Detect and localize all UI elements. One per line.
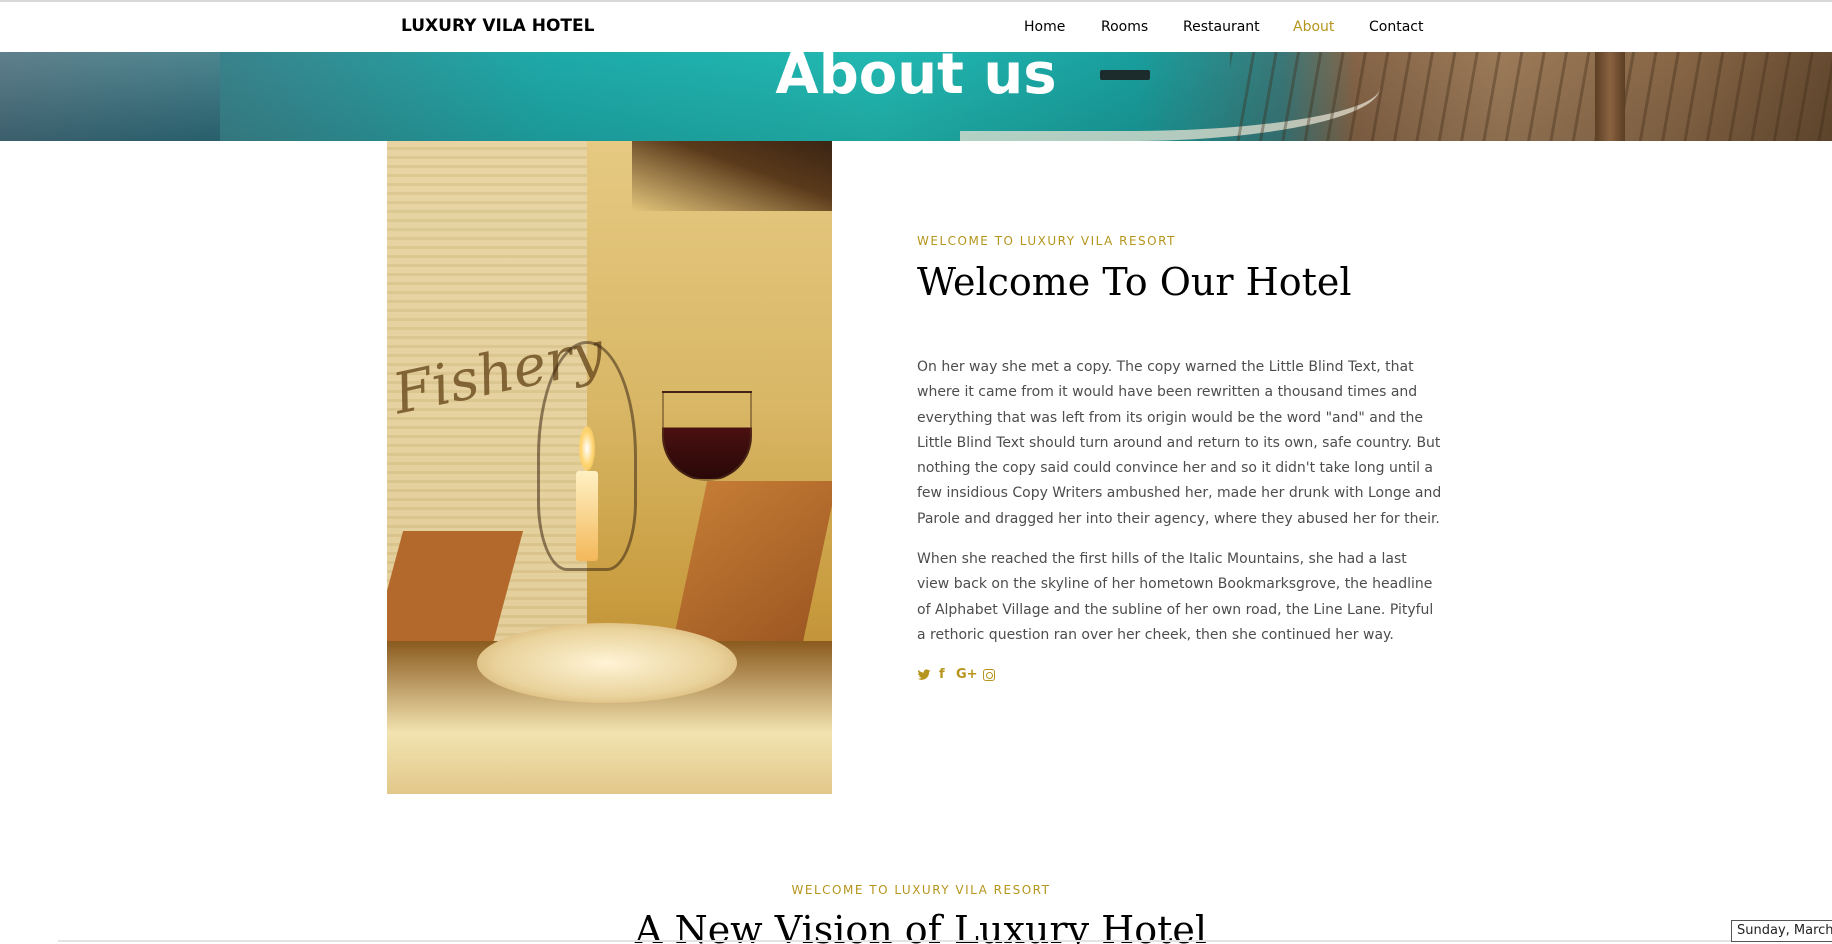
hero-title: About us <box>775 42 1057 107</box>
about-kicker: WELCOME TO LUXURY VILA RESORT <box>917 234 1176 248</box>
main-nav: Home Rooms Restaurant About Contact <box>0 19 1832 39</box>
nav-restaurant[interactable]: Restaurant <box>1183 19 1260 35</box>
twitter-icon[interactable] <box>917 667 931 682</box>
instagram-icon[interactable] <box>983 669 995 681</box>
about-paragraph-1: On her way she met a copy. The copy warn… <box>917 359 1442 527</box>
facebook-icon[interactable]: f <box>939 667 945 683</box>
wine-glass <box>662 391 752 481</box>
vision-kicker: WELCOME TO LUXURY VILA RESORT <box>791 883 1051 897</box>
nav-about[interactable]: About <box>1293 19 1334 35</box>
nav-rooms[interactable]: Rooms <box>1101 19 1148 35</box>
ceiling-shadow <box>632 141 832 211</box>
dinner-plate <box>477 623 737 703</box>
nav-contact[interactable]: Contact <box>1369 19 1423 35</box>
candle-flame <box>579 426 595 471</box>
bottom-divider <box>58 940 1832 942</box>
about-paragraph-2: When she reached the first hills of the … <box>917 551 1434 643</box>
restaurant-photo: Fishery <box>387 141 832 794</box>
candle <box>576 471 598 561</box>
date-widget[interactable]: Sunday, March <box>1731 920 1832 942</box>
page: LUXURY VILA HOTEL Home Rooms Restaurant … <box>0 0 1832 944</box>
google-plus-icon[interactable]: G+ <box>956 667 978 683</box>
about-heading: Welcome To Our Hotel <box>917 260 1352 304</box>
vision-heading: A New Vision of Luxury Hotel <box>634 908 1208 944</box>
nav-home[interactable]: Home <box>1024 19 1065 35</box>
